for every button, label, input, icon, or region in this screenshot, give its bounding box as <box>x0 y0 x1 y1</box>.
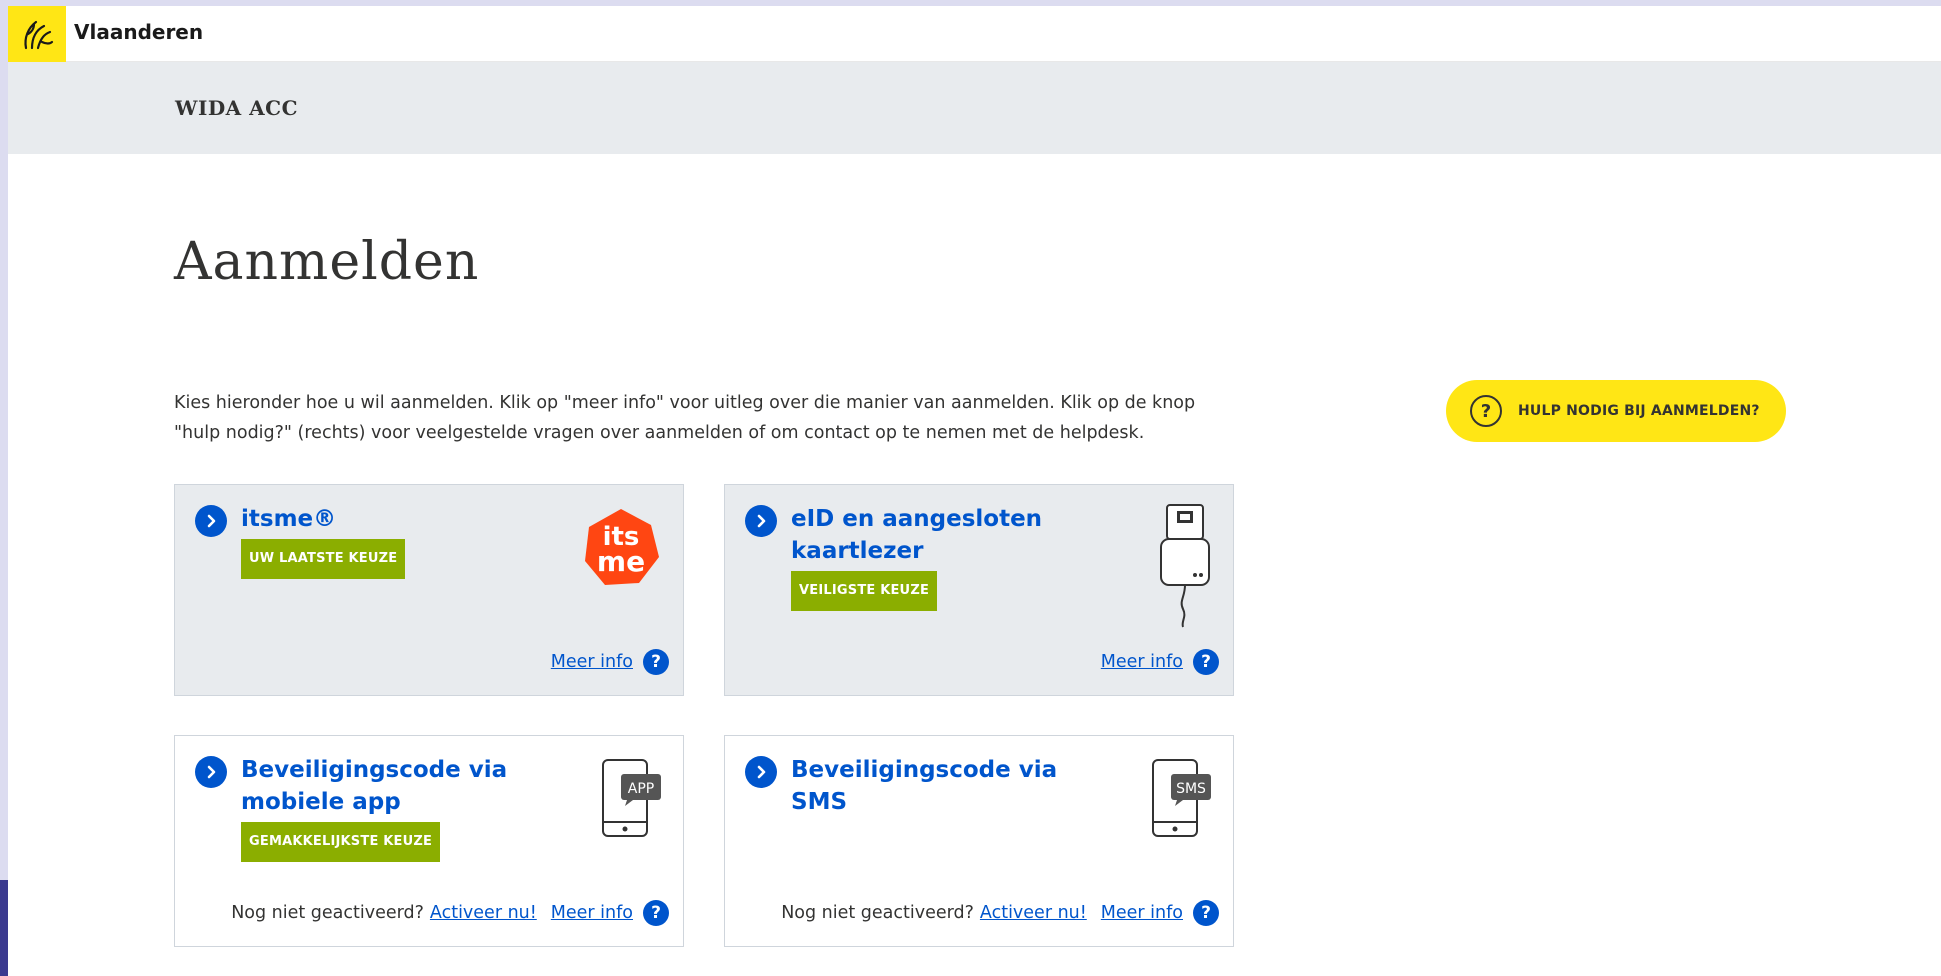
top-navigation-bar: Vlaanderen <box>8 6 1941 62</box>
meer-info-link[interactable]: Meer info <box>1101 903 1183 923</box>
intro-text: Kies hieronder hoe u wil aanmelden. Klik… <box>174 388 1234 448</box>
intro-line-1: Kies hieronder hoe u wil aanmelden. Klik… <box>174 393 1196 413</box>
help-question-icon[interactable]: ? <box>643 649 669 675</box>
easiest-choice-badge: GEMAKKELIJKSTE KEUZE <box>241 822 441 862</box>
login-option-title-text: Beveiligingscode via SMS <box>791 757 1058 815</box>
app-title[interactable]: WIDA ACC <box>175 96 298 120</box>
browser-page: Vlaanderen WIDA ACC Aanmelden Kies hiero… <box>8 6 1941 976</box>
not-activated-text: Nog niet geactiveerd? <box>781 903 974 923</box>
application-bar: WIDA ACC <box>8 62 1941 154</box>
card-footer: Nog niet geactiveerd? Activeer nu! Meer … <box>231 900 669 926</box>
itsme-logo-icon: its me <box>579 505 663 593</box>
login-option-title[interactable]: Beveiligingscode via SMS <box>791 754 1121 818</box>
app-icon-label: APP <box>628 781 654 797</box>
phone-sms-icon: SMS <box>1149 756 1213 844</box>
card-footer: Meer info ? <box>551 649 669 675</box>
login-option-title[interactable]: Beveiligingscode via mobiele app GEMAKKE… <box>241 754 571 862</box>
help-button-label: HULP NODIG BIJ AANMELDEN? <box>1518 403 1760 419</box>
login-option-sms[interactable]: Beveiligingscode via SMS SMS Nog niet ge… <box>724 735 1234 947</box>
vlaanderen-logo[interactable] <box>8 6 66 62</box>
brand-name: Vlaanderen <box>74 20 204 44</box>
chevron-right-icon <box>195 505 227 537</box>
login-option-title-text: itsme® <box>241 506 337 532</box>
login-option-mobile-app[interactable]: Beveiligingscode via mobiele app GEMAKKE… <box>174 735 684 947</box>
login-option-title-text: Beveiligingscode via mobiele app <box>241 757 508 815</box>
window-edge-accent <box>0 880 8 976</box>
card-reader-icon <box>1157 501 1213 635</box>
itsme-logo-text-2: me <box>597 545 645 578</box>
help-question-icon[interactable]: ? <box>643 900 669 926</box>
login-option-itsme[interactable]: itsme® UW LAATSTE KEUZE its me Meer info… <box>174 484 684 696</box>
last-choice-badge: UW LAATSTE KEUZE <box>241 539 406 579</box>
meer-info-link[interactable]: Meer info <box>1101 652 1183 672</box>
login-option-title-text: eID en aangesloten kaartlezer <box>791 506 1043 564</box>
meer-info-link[interactable]: Meer info <box>551 652 633 672</box>
login-option-eid[interactable]: eID en aangesloten kaartlezer VEILIGSTE … <box>724 484 1234 696</box>
sms-icon-label: SMS <box>1176 781 1206 797</box>
help-question-icon[interactable]: ? <box>1193 900 1219 926</box>
phone-app-icon: APP <box>599 756 663 844</box>
help-question-icon[interactable]: ? <box>1193 649 1219 675</box>
chevron-right-icon <box>745 756 777 788</box>
question-circle-icon: ? <box>1470 395 1502 427</box>
chevron-right-icon <box>745 505 777 537</box>
page-title: Aanmelden <box>174 232 480 292</box>
flemish-lion-icon <box>24 20 54 50</box>
help-button[interactable]: ? HULP NODIG BIJ AANMELDEN? <box>1446 380 1786 442</box>
card-footer: Meer info ? <box>1101 649 1219 675</box>
activate-now-link[interactable]: Activeer nu! <box>430 903 537 923</box>
activate-now-link[interactable]: Activeer nu! <box>980 903 1087 923</box>
chevron-right-icon <box>195 756 227 788</box>
not-activated-text: Nog niet geactiveerd? <box>231 903 424 923</box>
login-option-title[interactable]: eID en aangesloten kaartlezer VEILIGSTE … <box>791 503 1121 611</box>
safest-choice-badge: VEILIGSTE KEUZE <box>791 571 938 611</box>
meer-info-link[interactable]: Meer info <box>551 903 633 923</box>
card-footer: Nog niet geactiveerd? Activeer nu! Meer … <box>781 900 1219 926</box>
login-option-title[interactable]: itsme® UW LAATSTE KEUZE <box>241 503 571 579</box>
intro-line-2: "hulp nodig?" (rechts) voor veelgestelde… <box>174 423 1145 443</box>
